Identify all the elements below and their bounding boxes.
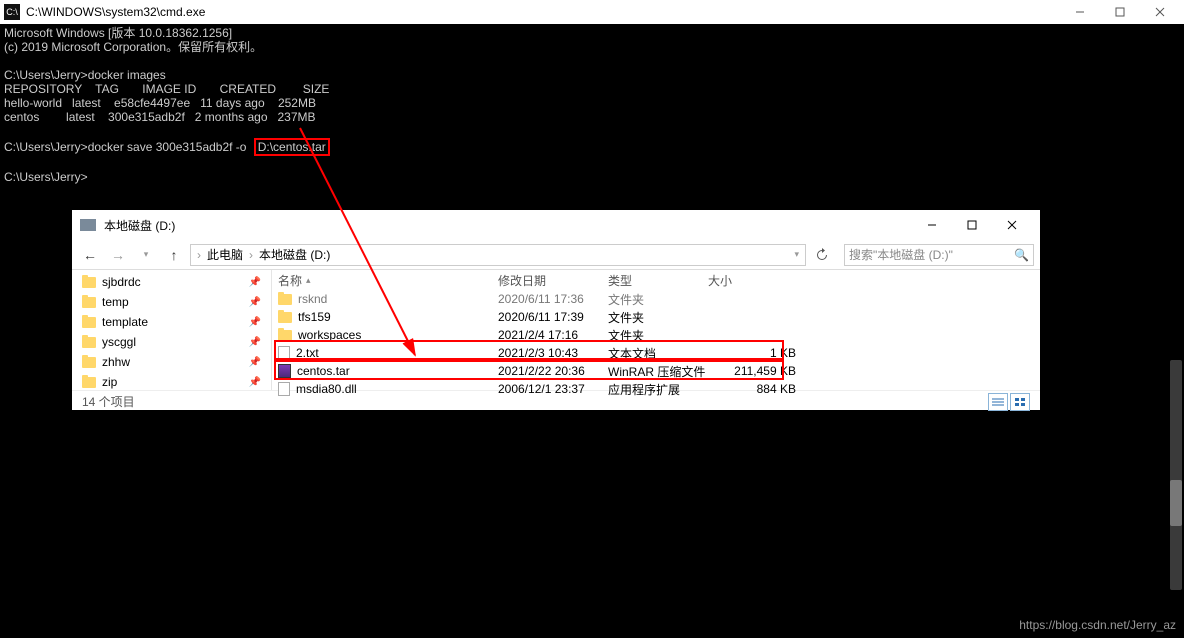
cmd-output-path-highlight: D:\centos.tar xyxy=(254,138,330,156)
cmd-prompt: C:\Users\Jerry> xyxy=(4,140,88,154)
folder-icon xyxy=(278,312,292,323)
pin-icon: 📌 xyxy=(249,297,261,308)
explorer-title: 本地磁盘 (D:) xyxy=(104,217,912,234)
folder-icon xyxy=(278,330,292,341)
close-button[interactable] xyxy=(992,211,1032,239)
cmd-prompt: C:\Users\Jerry> xyxy=(4,170,88,184)
col-name[interactable]: 名称 xyxy=(278,272,302,289)
pin-icon: 📌 xyxy=(249,317,261,328)
sidebar-item[interactable]: yscggl📌 xyxy=(72,332,271,352)
pin-icon: 📌 xyxy=(249,357,261,368)
docker-row: hello-world latest e58cfe4497ee 11 days … xyxy=(4,96,316,110)
highlight-box xyxy=(274,358,784,380)
sidebar-item[interactable]: sjbdrdc📌 xyxy=(72,272,271,292)
sidebar-item[interactable]: temp📌 xyxy=(72,292,271,312)
pin-icon: 📌 xyxy=(249,377,261,388)
file-list: 名称 ▴ 修改日期 类型 大小 rsknd2020/6/11 17:36文件夹 t… xyxy=(272,270,1040,390)
col-type[interactable]: 类型 xyxy=(608,272,708,289)
cmd-icon: C:\ xyxy=(4,4,20,20)
pin-icon: 📌 xyxy=(249,337,261,348)
maximize-button[interactable] xyxy=(1100,2,1140,22)
refresh-button[interactable] xyxy=(810,243,834,267)
chevron-down-icon[interactable]: ▾ xyxy=(794,249,799,260)
document-icon xyxy=(278,382,290,396)
item-count: 14 个项目 xyxy=(82,393,135,410)
minimize-button[interactable] xyxy=(1060,2,1100,22)
folder-icon xyxy=(82,377,96,388)
cmd-copyright: (c) 2019 Microsoft Corporation。保留所有权利。 xyxy=(4,40,262,54)
minimize-button[interactable] xyxy=(912,211,952,239)
explorer-window: 本地磁盘 (D:) ← → ▾ ↑ › 此电脑 › 本地磁盘 (D:) ▾ 搜索… xyxy=(72,210,1040,410)
breadcrumb-item[interactable]: 本地磁盘 (D:) xyxy=(259,246,330,263)
maximize-button[interactable] xyxy=(952,211,992,239)
forward-button[interactable]: → xyxy=(106,243,130,267)
folder-icon xyxy=(82,297,96,308)
folder-icon xyxy=(278,294,292,305)
docker-header: REPOSITORY TAG IMAGE ID CREATED SIZE xyxy=(4,82,329,96)
search-input[interactable]: 搜索"本地磁盘 (D:)" 🔍 xyxy=(844,244,1034,266)
scrollbar[interactable] xyxy=(1170,360,1182,590)
sidebar: sjbdrdc📌 temp📌 template📌 yscggl📌 zhhw📌 z… xyxy=(72,270,272,390)
cmd-command: docker save 300e315adb2f -o xyxy=(88,140,247,154)
watermark: https://blog.csdn.net/Jerry_az xyxy=(1019,618,1176,632)
back-button[interactable]: ← xyxy=(78,243,102,267)
cmd-version: Microsoft Windows [版本 10.0.18362.1256] xyxy=(4,26,232,40)
cmd-window: C:\ C:\WINDOWS\system32\cmd.exe Microsof… xyxy=(0,0,1184,186)
col-size[interactable]: 大小 xyxy=(708,272,808,289)
history-dropdown[interactable]: ▾ xyxy=(134,243,158,267)
sidebar-item[interactable]: template📌 xyxy=(72,312,271,332)
breadcrumb-item[interactable]: 此电脑 xyxy=(207,246,243,263)
file-list-header[interactable]: 名称 ▴ 修改日期 类型 大小 xyxy=(272,270,1040,290)
file-row[interactable]: rsknd2020/6/11 17:36文件夹 xyxy=(272,290,1040,308)
file-row[interactable]: tfs1592020/6/11 17:39文件夹 xyxy=(272,308,1040,326)
drive-icon xyxy=(80,219,96,231)
sidebar-item[interactable]: zhhw📌 xyxy=(72,352,271,372)
sort-indicator-icon: ▴ xyxy=(306,275,311,286)
folder-icon xyxy=(82,337,96,348)
search-icon: 🔍 xyxy=(1014,248,1029,262)
cmd-command: docker images xyxy=(88,68,166,82)
up-button[interactable]: ↑ xyxy=(162,243,186,267)
close-button[interactable] xyxy=(1140,2,1180,22)
explorer-navbar: ← → ▾ ↑ › 此电脑 › 本地磁盘 (D:) ▾ 搜索"本地磁盘 (D:)… xyxy=(72,240,1040,270)
pin-icon: 📌 xyxy=(249,277,261,288)
chevron-right-icon: › xyxy=(249,248,253,262)
breadcrumb[interactable]: › 此电脑 › 本地磁盘 (D:) ▾ xyxy=(190,244,806,266)
folder-icon xyxy=(82,357,96,368)
docker-row: centos latest 300e315adb2f 2 months ago … xyxy=(4,110,316,124)
col-date[interactable]: 修改日期 xyxy=(498,272,608,289)
sidebar-item[interactable]: zip📌 xyxy=(72,372,271,390)
file-row[interactable]: msdia80.dll2006/12/1 23:37应用程序扩展884 KB xyxy=(272,380,1040,398)
cmd-titlebar[interactable]: C:\ C:\WINDOWS\system32\cmd.exe xyxy=(0,0,1184,24)
explorer-titlebar[interactable]: 本地磁盘 (D:) xyxy=(72,210,1040,240)
cmd-body: Microsoft Windows [版本 10.0.18362.1256] (… xyxy=(0,24,1184,186)
chevron-right-icon: › xyxy=(197,248,201,262)
scrollbar-thumb[interactable] xyxy=(1170,480,1182,526)
cmd-prompt: C:\Users\Jerry> xyxy=(4,68,88,82)
folder-icon xyxy=(82,317,96,328)
folder-icon xyxy=(82,277,96,288)
cmd-title: C:\WINDOWS\system32\cmd.exe xyxy=(26,5,1060,19)
